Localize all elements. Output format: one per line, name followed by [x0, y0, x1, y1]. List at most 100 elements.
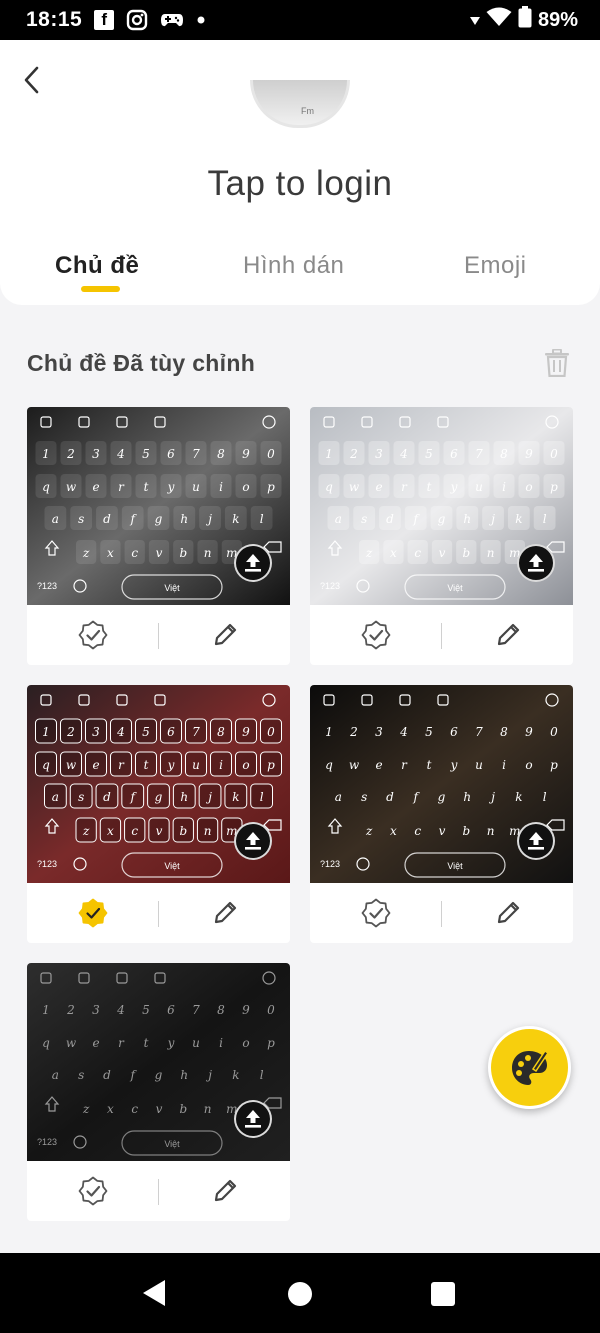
theme-preview[interactable]: 1 2 3 4 5 6 7 8 9 0 q w e r t y u i o p a s d f g h j k l z x c v b n m ?123… — [310, 685, 573, 883]
key-label: h — [180, 512, 188, 526]
key-label: h — [180, 1068, 188, 1082]
nav-back-icon[interactable] — [141, 1278, 167, 1308]
key-label: a — [335, 790, 342, 804]
key-label: u — [192, 1036, 200, 1050]
key-label: n — [487, 546, 495, 560]
key-label: 1 — [42, 1003, 50, 1017]
theme-card[interactable]: 1 2 3 4 5 6 7 8 9 0 q w e r t y u i o p a s d f g h j k l z x c v b n m ?123… — [27, 685, 290, 943]
edit-button[interactable] — [209, 1175, 241, 1207]
theme-card[interactable]: 1 2 3 4 5 6 7 8 9 0 q w e r t y u i o p a s d f g h j k l z x c v b n m ?123… — [310, 685, 573, 943]
theme-card[interactable]: 1 2 3 4 5 6 7 8 9 0 q w e r t y u i o p a s d f g h j k l z x c v b n m ?123… — [310, 407, 573, 665]
trash-icon — [545, 349, 569, 377]
apply-button[interactable] — [77, 619, 109, 651]
key-label: q — [325, 480, 333, 494]
key-label: e — [375, 480, 382, 494]
key-label: q — [325, 758, 333, 772]
key-label: 0 — [550, 447, 558, 461]
theme-card[interactable]: 1 2 3 4 5 6 7 8 9 0 q w e r t y u i o p a s d f g h j k l z x c v b n m ?123… — [27, 963, 290, 1221]
key-label: h — [463, 512, 471, 526]
edit-button[interactable] — [209, 897, 241, 929]
delete-button[interactable] — [540, 346, 574, 380]
key-label: 9 — [242, 1003, 250, 1017]
nav-recent-icon[interactable] — [431, 1282, 455, 1306]
key-label: 3 — [375, 447, 383, 461]
theme-preview[interactable]: 1 2 3 4 5 6 7 8 9 0 q w e r t y u i o p a s d f g h j k l z x c v b n m ?123… — [27, 963, 290, 1161]
key-label: g — [438, 790, 446, 804]
key-label: k — [232, 790, 239, 804]
key-label: 3 — [92, 1003, 100, 1017]
nav-home-icon[interactable] — [288, 1282, 312, 1306]
avatar[interactable]: Fm — [250, 80, 350, 128]
upload-button[interactable] — [234, 544, 272, 582]
check-badge-icon — [78, 620, 108, 650]
check-badge-shape — [361, 620, 391, 650]
key-label: o — [242, 758, 249, 772]
card-actions — [310, 883, 573, 943]
create-theme-button[interactable] — [488, 1026, 571, 1109]
key-label: o — [525, 758, 532, 772]
apply-button[interactable] — [360, 897, 392, 929]
upload-button[interactable] — [234, 822, 272, 860]
apply-button[interactable] — [360, 619, 392, 651]
tab-stickers[interactable]: Hình dán — [243, 252, 344, 280]
key-label: p — [267, 480, 275, 494]
tab-emoji[interactable]: Emoji — [464, 252, 527, 280]
key-label: 7 — [192, 447, 200, 461]
key-label: u — [192, 480, 200, 494]
key-label: e — [92, 480, 99, 494]
key-label: w — [66, 480, 77, 494]
key-label: p — [550, 758, 558, 772]
upload-icon — [528, 554, 544, 572]
key-label: x — [390, 824, 397, 838]
check-badge-icon — [361, 898, 391, 928]
theme-preview[interactable]: 1 2 3 4 5 6 7 8 9 0 q w e r t y u i o p a s d f g h j k l z x c v b n m ?123… — [27, 407, 290, 605]
apply-button[interactable] — [77, 897, 109, 929]
key-label: g — [155, 512, 163, 526]
key-label: h — [180, 790, 188, 804]
navigation-bar — [0, 1253, 600, 1333]
theme-preview[interactable]: 1 2 3 4 5 6 7 8 9 0 q w e r t y u i o p a s d f g h j k l z x c v b n m ?123… — [310, 407, 573, 605]
key-label: h — [463, 790, 471, 804]
apply-button[interactable] — [77, 1175, 109, 1207]
key-label: d — [103, 1068, 111, 1082]
card-actions — [27, 605, 290, 665]
key-label: 2 — [66, 725, 75, 739]
back-button[interactable] — [14, 62, 50, 98]
key-label: t — [144, 1036, 149, 1050]
key-label: b — [462, 824, 470, 838]
key-label: 4 — [116, 447, 125, 461]
pencil-icon — [214, 1179, 237, 1202]
key-label: q — [42, 758, 50, 772]
space-key-label: Việt — [164, 1139, 180, 1149]
theme-card[interactable]: 1 2 3 4 5 6 7 8 9 0 q w e r t y u i o p a s d f g h j k l z x c v b n m ?123… — [27, 407, 290, 665]
tab-themes[interactable]: Chủ đề — [55, 252, 139, 280]
facebook-icon: f — [94, 10, 115, 30]
login-prompt[interactable]: Tap to login — [0, 164, 600, 204]
key-label: q — [42, 1036, 50, 1050]
edit-button[interactable] — [492, 619, 524, 651]
key-label: y — [450, 758, 458, 772]
key-label: c — [131, 824, 138, 838]
key-label: 4 — [399, 447, 408, 461]
key-label: q — [42, 480, 50, 494]
key-label: o — [242, 1036, 249, 1050]
key-label: 6 — [167, 1003, 175, 1017]
key-label: v — [156, 546, 163, 560]
active-tab-indicator — [81, 286, 120, 292]
key-label: s — [78, 1068, 84, 1082]
edit-button[interactable] — [209, 619, 241, 651]
upload-button[interactable] — [517, 544, 555, 582]
wifi-icon — [486, 7, 512, 33]
key-label: w — [349, 758, 360, 772]
mode-key-label: ?123 — [320, 859, 340, 869]
theme-preview[interactable]: 1 2 3 4 5 6 7 8 9 0 q w e r t y u i o p a s d f g h j k l z x c v b n m ?123… — [27, 685, 290, 883]
key-label: d — [103, 790, 111, 804]
edit-button[interactable] — [492, 897, 524, 929]
check-badge-shape — [78, 1176, 108, 1206]
avatar-text: Fm — [301, 106, 314, 116]
key-label: 8 — [500, 725, 508, 739]
key-label: k — [232, 512, 239, 526]
key-label: 5 — [425, 447, 433, 461]
upload-button[interactable] — [517, 822, 555, 860]
upload-button[interactable] — [234, 1100, 272, 1138]
